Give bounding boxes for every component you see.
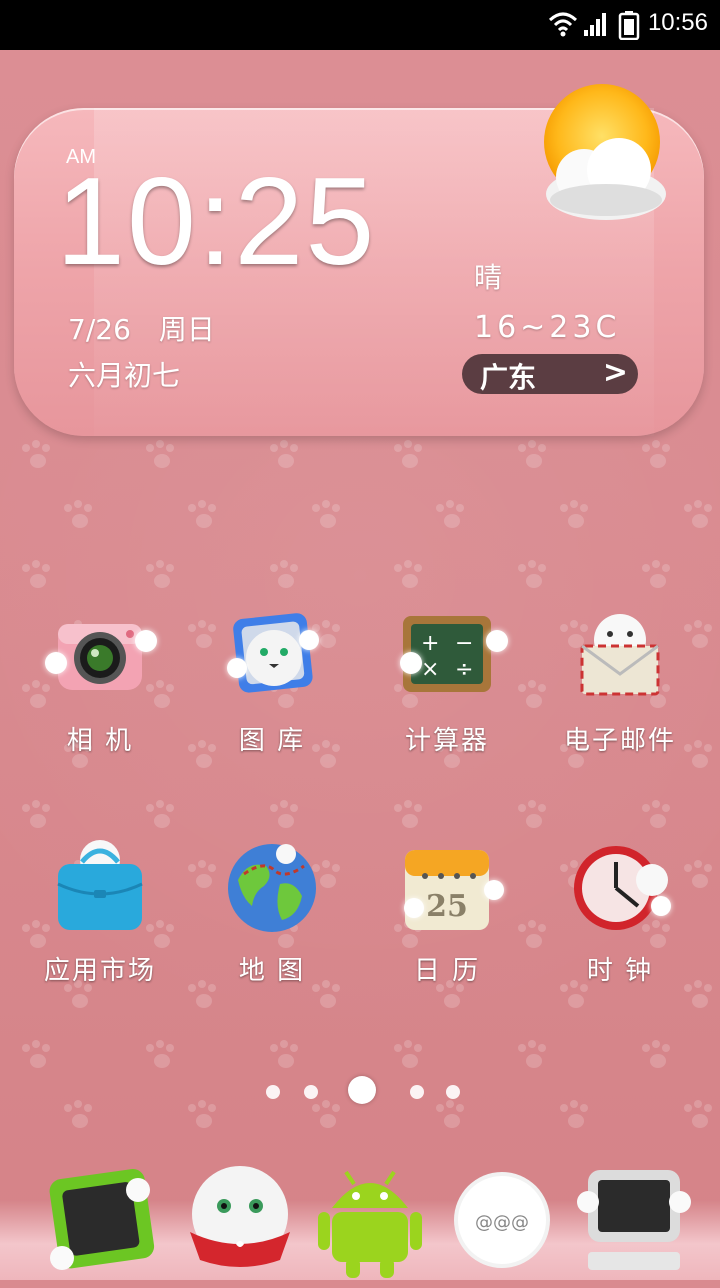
paw-print xyxy=(516,560,550,594)
city-selector[interactable]: 广东 > xyxy=(462,354,638,394)
paw-print xyxy=(144,800,178,834)
svg-text:−: − xyxy=(455,631,473,656)
paw-print xyxy=(682,500,716,534)
calendar-icon: 25 xyxy=(405,850,489,930)
status-bar: 10:56 xyxy=(0,0,720,50)
paw-print xyxy=(392,440,426,474)
app-label: 计算器 xyxy=(404,726,489,756)
paw-print xyxy=(20,440,54,474)
page-indicator[interactable] xyxy=(260,1076,470,1106)
city-name: 广东 xyxy=(480,361,537,394)
app-camera[interactable]: 相 机 xyxy=(15,610,185,780)
email-icon xyxy=(580,614,660,696)
status-time: 10:56 xyxy=(647,9,708,36)
paw-print xyxy=(186,500,220,534)
svg-text:@@@: @@@ xyxy=(475,1212,529,1233)
fur-ball xyxy=(299,630,319,650)
clock-icon xyxy=(574,846,668,930)
paw-print xyxy=(144,440,178,474)
page-dot[interactable] xyxy=(446,1085,460,1099)
app-gallery[interactable]: 图 库 xyxy=(187,610,357,780)
svg-text:+: + xyxy=(421,631,439,656)
page-dot[interactable] xyxy=(304,1085,318,1099)
paw-print xyxy=(144,1040,178,1074)
paw-print xyxy=(62,500,96,534)
page-dot[interactable] xyxy=(410,1085,424,1099)
fur-ball xyxy=(486,630,508,652)
paw-print xyxy=(516,800,550,834)
paw-print xyxy=(640,440,674,474)
app-clock[interactable]: 时 钟 xyxy=(535,840,705,1010)
widget-date: 7/26 周日 xyxy=(68,313,215,346)
browser-icon[interactable] xyxy=(574,1156,694,1284)
dock: @@@ xyxy=(0,1140,720,1280)
paw-print xyxy=(186,1100,220,1134)
paw-print xyxy=(62,1100,96,1134)
paw-print xyxy=(20,1040,54,1074)
paw-print xyxy=(640,1040,674,1074)
paw-print xyxy=(640,800,674,834)
page-dot-current[interactable] xyxy=(348,1076,376,1104)
paw-print xyxy=(682,1100,716,1134)
android-icon[interactable] xyxy=(310,1158,430,1286)
temperature-range: 16~23C xyxy=(474,310,621,345)
map-icon xyxy=(228,844,316,932)
wifi-icon xyxy=(548,12,578,37)
messages-icon[interactable]: @@@ xyxy=(442,1158,562,1286)
camera-icon xyxy=(58,624,142,690)
app-label: 日 历 xyxy=(413,956,481,986)
signal-icon xyxy=(584,13,606,36)
chevron-right-icon: > xyxy=(602,355,628,390)
app-label: 时 钟 xyxy=(586,956,654,986)
paw-print xyxy=(268,800,302,834)
paw-print xyxy=(20,560,54,594)
svg-text:÷: ÷ xyxy=(455,657,473,682)
app-label: 电子邮件 xyxy=(563,726,676,756)
widget-lunar-date: 六月初七 xyxy=(68,359,181,392)
app-label: 地 图 xyxy=(238,956,306,986)
svg-text:×: × xyxy=(421,657,439,682)
paw-print xyxy=(268,560,302,594)
paw-print xyxy=(20,800,54,834)
app-label: 应用市场 xyxy=(43,956,156,986)
fur-ball xyxy=(135,630,157,652)
paw-print xyxy=(144,560,178,594)
paw-print xyxy=(558,500,592,534)
paw-print xyxy=(640,560,674,594)
phone-icon[interactable] xyxy=(40,1160,160,1288)
battery-icon xyxy=(618,11,640,40)
fur-ball xyxy=(227,658,247,678)
fur-ball xyxy=(651,896,671,916)
fur-ball xyxy=(484,880,504,900)
fur-ball xyxy=(404,898,424,918)
calendar-day-number: 25 xyxy=(426,889,468,924)
paw-print xyxy=(516,1040,550,1074)
app-market[interactable]: 应用市场 xyxy=(15,840,185,1010)
app-calendar[interactable]: 25 日 历 xyxy=(362,840,532,1010)
fur-ball xyxy=(400,652,422,674)
paw-print xyxy=(310,500,344,534)
weather-condition: 晴 xyxy=(474,261,503,294)
app-label: 图 库 xyxy=(238,726,306,756)
paw-print xyxy=(392,1040,426,1074)
app-map[interactable]: 地 图 xyxy=(187,840,357,1010)
sun-cloud-weather-icon xyxy=(544,84,666,220)
fur-ball xyxy=(45,652,67,674)
paw-print xyxy=(268,1040,302,1074)
paw-print xyxy=(392,800,426,834)
paw-print xyxy=(516,440,550,474)
paw-print xyxy=(558,1100,592,1134)
paw-print xyxy=(434,500,468,534)
contacts-icon[interactable] xyxy=(180,1156,300,1284)
app-market-icon xyxy=(57,840,143,930)
app-calculator[interactable]: + − × ÷ 计算器 xyxy=(362,610,532,780)
app-label: 相 机 xyxy=(66,726,134,756)
app-email[interactable]: 电子邮件 xyxy=(535,610,705,780)
paw-print xyxy=(392,560,426,594)
page-dot[interactable] xyxy=(266,1085,280,1099)
paw-print xyxy=(268,440,302,474)
widget-time: 10:25 xyxy=(56,153,377,291)
